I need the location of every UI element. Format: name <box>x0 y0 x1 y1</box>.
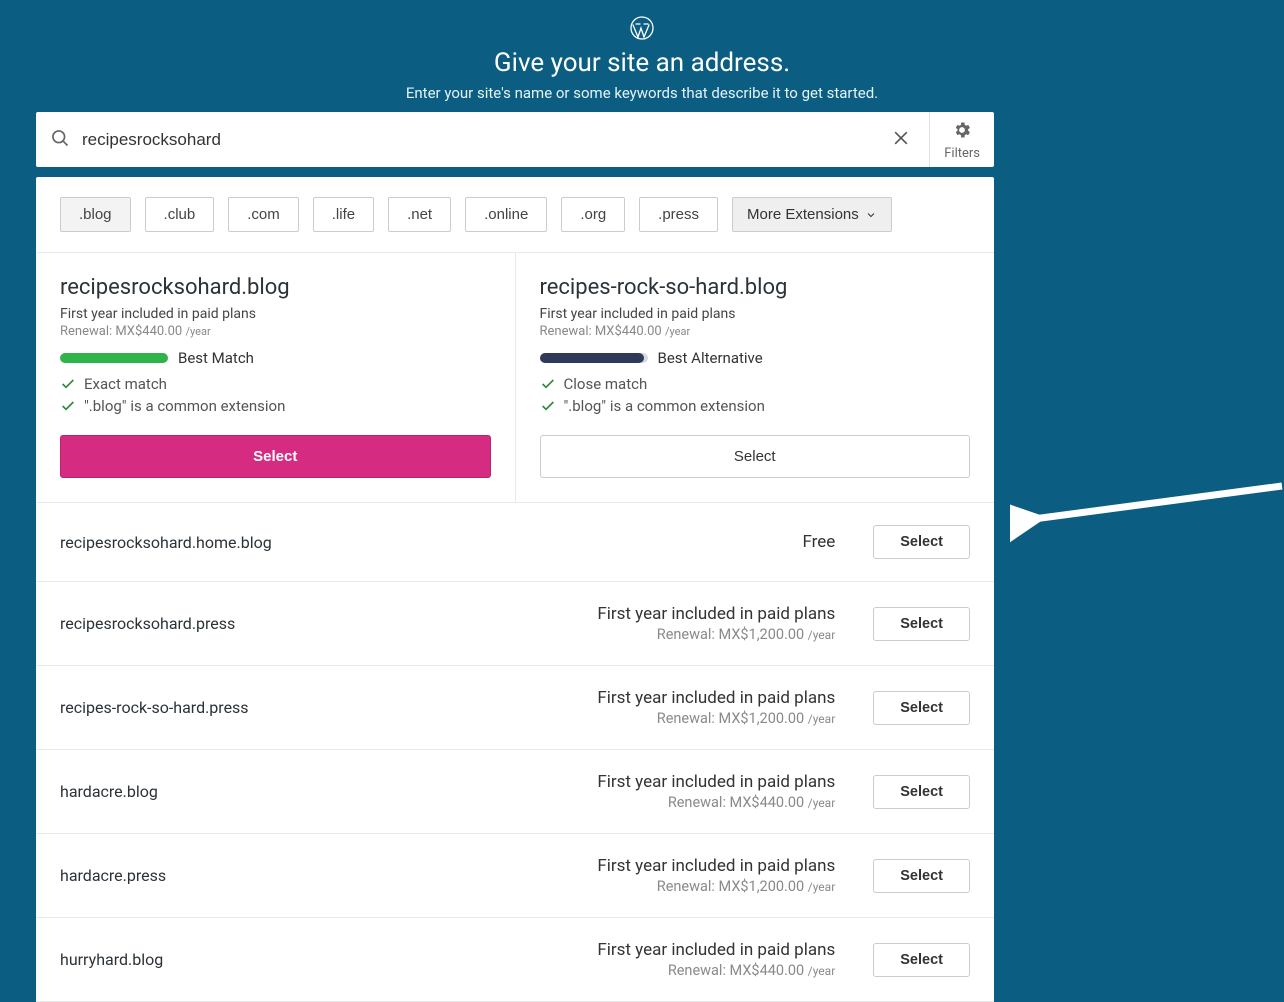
plan-note: First year included in paid plans <box>60 306 491 322</box>
domain-price: First year included in paid plans Renewa… <box>597 604 835 643</box>
match-strength-bar <box>60 353 168 363</box>
select-button[interactable]: Select <box>873 775 970 809</box>
domain-name: recipesrocksohard.home.blog <box>60 533 802 552</box>
check-icon <box>540 398 556 414</box>
wordpress-logo-icon <box>630 16 654 40</box>
select-button[interactable]: Select <box>873 607 970 641</box>
featured-domain-name: recipesrocksohard.blog <box>60 275 491 300</box>
clear-search-icon[interactable] <box>887 124 915 156</box>
select-button[interactable]: Select <box>873 943 970 977</box>
extension-pill[interactable]: .life <box>313 197 374 232</box>
domain-search-input[interactable] <box>82 130 875 150</box>
extension-pill[interactable]: .club <box>145 197 215 232</box>
search-icon <box>50 128 70 152</box>
check-item: ".blog" is a common extension <box>540 397 971 415</box>
featured-domain-name: recipes-rock-so-hard.blog <box>540 275 971 300</box>
match-badge: Best Match <box>178 349 254 367</box>
select-button[interactable]: Select <box>873 859 970 893</box>
more-extensions-button[interactable]: More Extensions <box>732 197 892 232</box>
check-icon <box>60 376 76 392</box>
extension-pill[interactable]: .com <box>228 197 299 232</box>
select-button[interactable]: Select <box>60 435 491 478</box>
match-badge: Best Alternative <box>658 349 763 367</box>
check-item: Close match <box>540 375 971 393</box>
renewal-text: Renewal: MX$440.00 /year <box>540 324 971 339</box>
featured-domain-card: recipes-rock-so-hard.blog First year inc… <box>516 253 995 502</box>
extension-pill[interactable]: .org <box>561 197 625 232</box>
domain-name: hurryhard.blog <box>60 950 597 969</box>
domain-row: hardacre.press First year included in pa… <box>36 834 994 918</box>
domain-name: hardacre.blog <box>60 782 597 801</box>
results-panel: .blog .club .com .life .net .online .org… <box>36 177 994 1002</box>
filters-button[interactable]: Filters <box>929 112 994 167</box>
domain-row: recipesrocksohard.home.blog Free Select <box>36 503 994 582</box>
extension-filter-row: .blog .club .com .life .net .online .org… <box>36 177 994 253</box>
renewal-text: Renewal: MX$440.00 /year <box>60 324 491 339</box>
check-icon <box>60 398 76 414</box>
check-item: ".blog" is a common extension <box>60 397 491 415</box>
extension-pill[interactable]: .net <box>388 197 451 232</box>
domain-name: recipes-rock-so-hard.press <box>60 698 597 717</box>
extension-pill[interactable]: .blog <box>60 197 131 232</box>
price-free: Free <box>802 532 835 552</box>
domain-row: recipesrocksohard.press First year inclu… <box>36 582 994 666</box>
check-icon <box>540 376 556 392</box>
domain-name: recipesrocksohard.press <box>60 614 597 633</box>
check-item: Exact match <box>60 375 491 393</box>
featured-domain-card: recipesrocksohard.blog First year includ… <box>36 253 516 502</box>
gear-icon <box>952 120 972 144</box>
domain-price: First year included in paid plans Renewa… <box>597 940 835 979</box>
page-title: Give your site an address. <box>0 48 1284 78</box>
domain-price: First year included in paid plans Renewa… <box>597 772 835 811</box>
page-subtitle: Enter your site's name or some keywords … <box>0 84 1284 102</box>
domain-price: First year included in paid plans Renewa… <box>597 688 835 727</box>
domain-row: recipes-rock-so-hard.press First year in… <box>36 666 994 750</box>
select-button[interactable]: Select <box>873 691 970 725</box>
domain-name: hardacre.press <box>60 866 597 885</box>
annotation-arrow-icon <box>1010 470 1284 560</box>
match-strength-bar <box>540 353 648 363</box>
chevron-down-icon <box>865 209 877 221</box>
domain-price: First year included in paid plans Renewa… <box>597 856 835 895</box>
extension-pill[interactable]: .online <box>465 197 547 232</box>
more-extensions-label: More Extensions <box>747 206 859 223</box>
plan-note: First year included in paid plans <box>540 306 971 322</box>
domain-row: hurryhard.blog First year included in pa… <box>36 918 994 1002</box>
filters-label: Filters <box>944 146 980 161</box>
domain-row: hardacre.blog First year included in pai… <box>36 750 994 834</box>
select-button[interactable]: Select <box>540 435 971 478</box>
search-bar: Filters <box>36 112 994 167</box>
extension-pill[interactable]: .press <box>639 197 718 232</box>
select-button[interactable]: Select <box>873 525 970 559</box>
